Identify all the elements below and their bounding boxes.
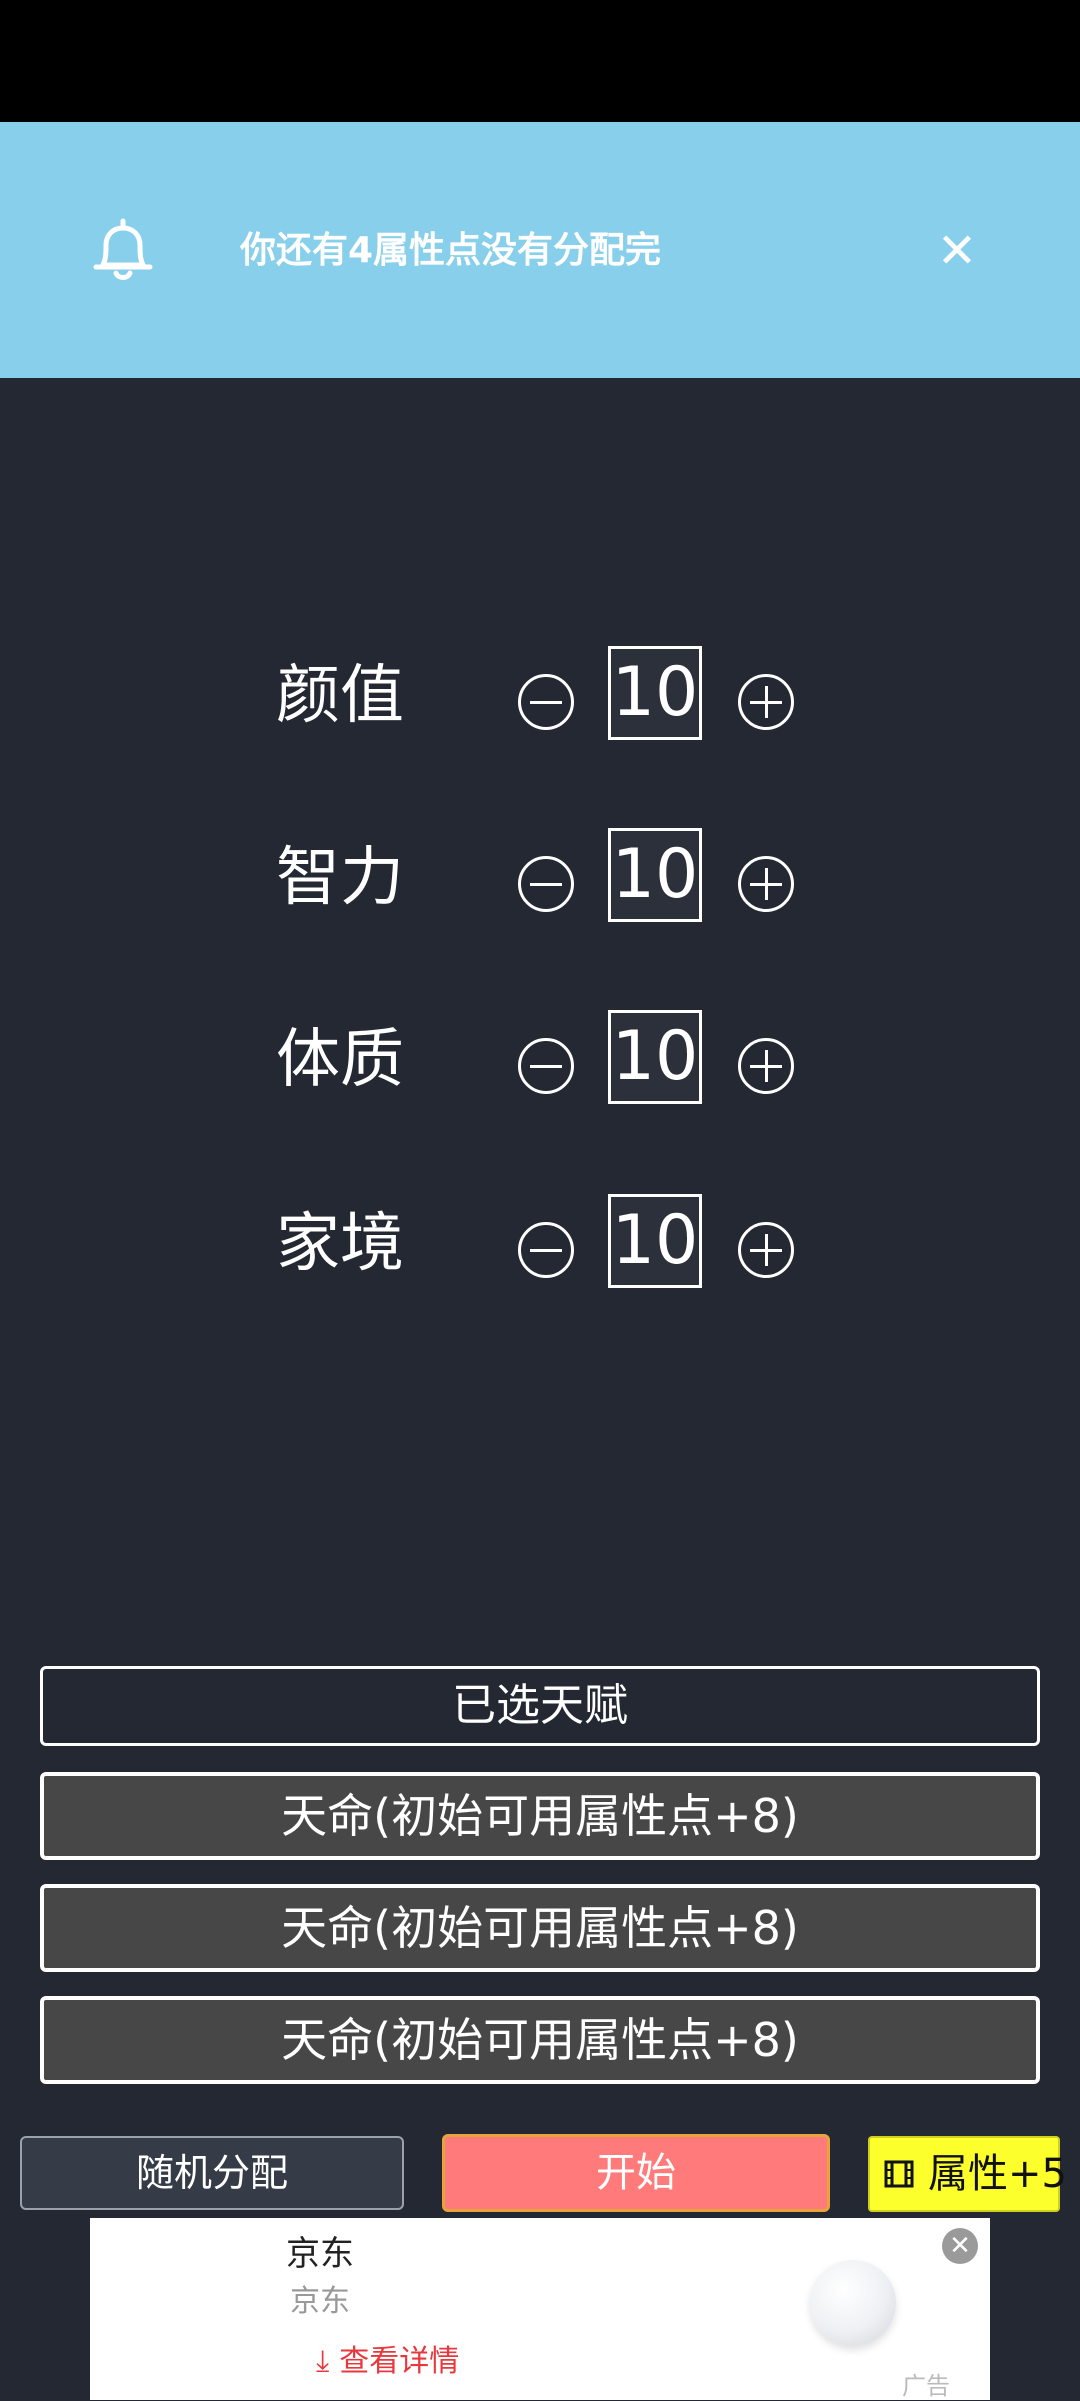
ad-title: 京东	[286, 2234, 354, 2274]
attribute-value[interactable]: 10	[608, 1010, 702, 1104]
talent-item[interactable]: 天命(初始可用属性点+8)	[40, 1996, 1040, 2084]
status-bar	[0, 0, 1080, 122]
talent-item[interactable]: 天命(初始可用属性点+8)	[40, 1884, 1040, 1972]
ad-tag: 广告	[902, 2372, 950, 2400]
download-arrow-icon: ⤓	[316, 2344, 330, 2379]
attribute-row-appearance: 颜值 10	[0, 646, 1080, 746]
talent-item[interactable]: 天命(初始可用属性点+8)	[40, 1772, 1040, 1860]
attribute-label: 体质	[276, 1023, 404, 1097]
random-allocate-button[interactable]: 随机分配	[20, 2136, 404, 2210]
attribute-value[interactable]: 10	[608, 828, 702, 922]
ad-product-image	[810, 2260, 896, 2346]
attribute-label: 智力	[276, 841, 404, 915]
attribute-label: 家境	[276, 1207, 404, 1281]
attribute-row-intelligence: 智力 10	[0, 828, 1080, 928]
attribute-bonus-label: 属性+5	[928, 2151, 1067, 2197]
selected-talents-header: 已选天赋	[40, 1666, 1040, 1746]
decrease-button[interactable]	[518, 674, 574, 730]
decrease-button[interactable]	[518, 1038, 574, 1094]
increase-button[interactable]	[738, 1222, 794, 1278]
ad-details-link[interactable]: ⤓ 查看详情	[316, 2342, 459, 2382]
attribute-value[interactable]: 10	[608, 1194, 702, 1288]
banner-close-icon[interactable]: ✕	[932, 223, 982, 279]
video-icon	[884, 2160, 914, 2188]
start-button[interactable]: 开始	[442, 2134, 830, 2212]
bell-icon	[93, 218, 153, 280]
increase-button[interactable]	[738, 674, 794, 730]
attribute-row-constitution: 体质 10	[0, 1010, 1080, 1110]
attribute-bonus-button[interactable]: 属性+5	[868, 2136, 1067, 2212]
ad-banner[interactable]: 京东 京东 ⤓ 查看详情 ✕ 广告	[90, 2218, 990, 2400]
ad-details-label: 查看详情	[339, 2344, 460, 2379]
increase-button[interactable]	[738, 1038, 794, 1094]
decrease-button[interactable]	[518, 1222, 574, 1278]
ad-close-icon[interactable]: ✕	[942, 2228, 978, 2264]
decrease-button[interactable]	[518, 856, 574, 912]
ad-subtitle: 京东	[290, 2284, 350, 2319]
increase-button[interactable]	[738, 856, 794, 912]
attribute-value[interactable]: 10	[608, 646, 702, 740]
banner-message: 你还有4属性点没有分配完	[240, 230, 662, 271]
attribute-label: 颜值	[276, 659, 404, 733]
attribute-row-family: 家境 10	[0, 1194, 1080, 1294]
